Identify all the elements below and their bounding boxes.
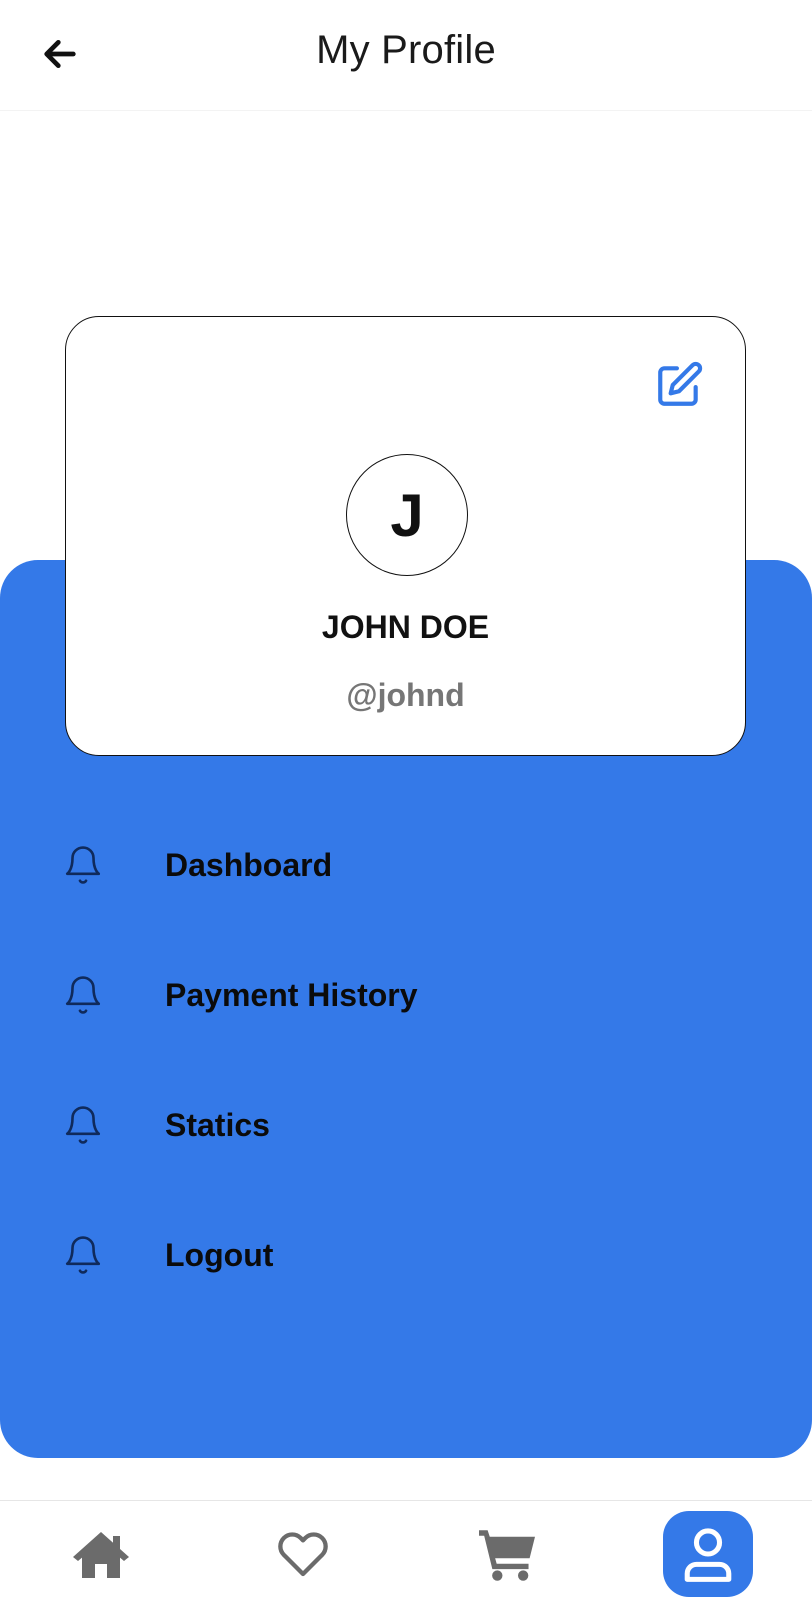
menu-item-label: Dashboard	[165, 846, 333, 883]
heart-icon	[278, 1532, 328, 1577]
avatar: J	[346, 454, 468, 576]
home-icon	[73, 1532, 129, 1578]
menu-item-logout[interactable]: Logout	[56, 1220, 776, 1290]
menu-item-label: Statics	[165, 1106, 270, 1143]
nav-favorites[interactable]	[258, 1511, 348, 1597]
app-header: My Profile	[0, 0, 812, 111]
bell-icon	[56, 968, 110, 1022]
bell-icon	[56, 838, 110, 892]
menu-item-statics[interactable]: Statics	[56, 1090, 776, 1160]
edit-profile-button[interactable]	[651, 357, 707, 413]
page-title: My Profile	[316, 28, 496, 72]
user-icon	[684, 1528, 732, 1582]
avatar-initial: J	[390, 481, 424, 549]
bell-icon	[56, 1098, 110, 1152]
profile-card: J JOHN DOE @johnd	[65, 316, 746, 756]
menu-item-label: Payment History	[165, 976, 418, 1013]
nav-cart[interactable]	[462, 1511, 552, 1597]
nav-home[interactable]	[56, 1511, 146, 1597]
profile-name: JOHN DOE	[321, 609, 490, 645]
edit-icon	[658, 361, 703, 406]
bottom-nav	[0, 1500, 812, 1601]
bell-icon	[56, 1228, 110, 1282]
nav-profile[interactable]	[663, 1511, 753, 1597]
profile-handle: @johnd	[346, 677, 465, 713]
menu-item-dashboard[interactable]: Dashboard	[56, 830, 776, 900]
cart-icon	[479, 1530, 535, 1581]
menu-item-label: Logout	[165, 1236, 274, 1273]
menu-item-payment-history[interactable]: Payment History	[56, 960, 776, 1030]
